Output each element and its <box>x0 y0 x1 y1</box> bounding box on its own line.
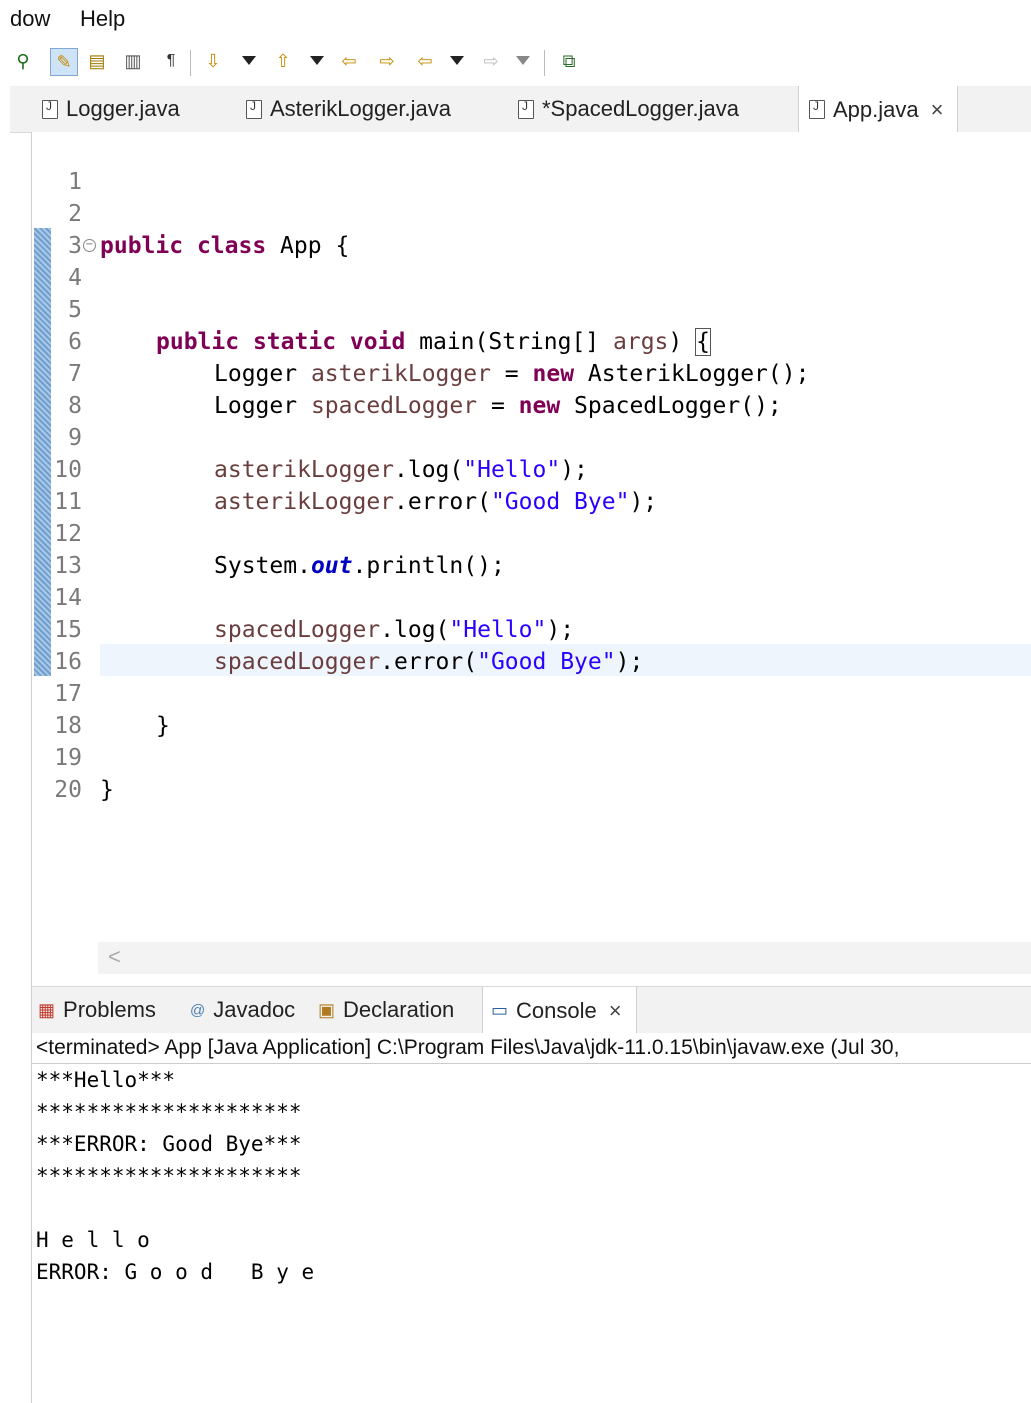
tab-label: App.java <box>833 96 919 122</box>
java-file-icon <box>518 99 534 119</box>
new-window-icon[interactable]: ⧉ <box>556 48 582 74</box>
console-line: ***Hello*** <box>36 1068 176 1092</box>
chevron-down-icon[interactable] <box>310 56 324 65</box>
code-line: 12 System.out.println(); <box>32 486 1031 579</box>
last-edit-icon[interactable]: ⇦ <box>336 48 362 74</box>
line-number: 20 <box>54 777 82 803</box>
back-icon[interactable]: ⇦ <box>412 48 438 74</box>
console-line: ERROR: G o o d B y e <box>36 1260 315 1284</box>
prev-annotation-icon[interactable]: ⇧ <box>270 48 296 74</box>
forward-icon[interactable]: ⇨ <box>478 48 504 74</box>
declaration-icon: ▣ <box>318 999 336 1020</box>
code-line: 4 − public static void main(String[] arg… <box>32 230 1031 356</box>
code-line: 3 <box>32 198 1031 259</box>
forward-edit-icon[interactable]: ⇨ <box>374 48 400 74</box>
toolbar-separator <box>544 50 545 76</box>
code-line: 10 asterikLogger.error("Good Bye"); <box>32 422 1031 515</box>
tab-label: Javadoc <box>213 997 296 1022</box>
tab-javadoc[interactable]: @ Javadoc <box>190 987 295 1033</box>
tab-label: Problems <box>63 997 156 1022</box>
menu-window[interactable]: dow <box>10 6 50 32</box>
tab-app-java[interactable]: App.java × <box>798 86 959 133</box>
code-line: 11 <box>32 454 1031 515</box>
editor-tab-bar: Logger.java AsterikLogger.java *SpacedLo… <box>10 86 1031 133</box>
code-line: 8 <box>32 358 1031 419</box>
code-line: 14 spacedLogger.log("Hello"); <box>32 550 1031 643</box>
tab-logger-java[interactable]: Logger.java <box>42 86 180 132</box>
view-tab-bar: ▦ Problems @ Javadoc ▣ Declaration ▭ Con… <box>32 986 1031 1034</box>
tab-problems[interactable]: ▦ Problems <box>38 987 156 1033</box>
java-file-icon <box>246 99 262 119</box>
tab-spacedlogger-java[interactable]: *SpacedLogger.java <box>518 86 739 132</box>
console-status: <terminated> App [Java Application] C:\P… <box>32 1033 1031 1064</box>
code-line: 13 <box>32 518 1031 579</box>
tab-label: Logger.java <box>66 96 180 121</box>
java-file-icon <box>42 99 58 119</box>
console-icon: ▭ <box>491 1000 509 1020</box>
tab-label: *SpacedLogger.java <box>542 96 739 121</box>
code-line: 20 <box>32 742 1031 803</box>
menu-bar: dow Help <box>0 0 1031 38</box>
show-whitespace-icon[interactable]: ▥ <box>120 48 146 74</box>
toolbar: ⚲ ✎ ▤ ▥ ¶ ⇩ ⇧ ⇦ ⇨ ⇦ ⇨ ⧉ <box>0 38 1031 86</box>
code-line: 15 spacedLogger.error("Good Bye"); <box>32 582 1031 675</box>
code-line: 19 } <box>32 710 1031 803</box>
code-line: 1 <box>32 134 1031 195</box>
horizontal-scrollbar[interactable]: < <box>98 942 1031 974</box>
code-line: 2 public class App { <box>32 166 1031 259</box>
next-annotation-icon[interactable]: ⇩ <box>200 48 226 74</box>
tab-label: Declaration <box>343 997 455 1022</box>
console-line: ********************* <box>36 1100 302 1124</box>
tab-declaration[interactable]: ▣ Declaration <box>318 987 454 1033</box>
scroll-left-icon[interactable]: < <box>108 944 121 970</box>
chevron-down-icon[interactable] <box>450 56 464 65</box>
tab-asteriklogger-java[interactable]: AsterikLogger.java <box>246 86 451 132</box>
java-file-icon <box>809 99 825 119</box>
problems-icon: ▦ <box>38 999 56 1020</box>
fold-collapse-icon[interactable]: − <box>83 239 96 252</box>
code-line: 9 asterikLogger.log("Hello"); <box>32 390 1031 483</box>
chevron-down-icon[interactable] <box>242 56 256 65</box>
code-line: 6 Logger asterikLogger = new AsterikLogg… <box>32 294 1031 387</box>
javadoc-icon: @ <box>190 1001 206 1019</box>
menu-help[interactable]: Help <box>80 6 125 32</box>
console-output[interactable]: ***Hello*** ********************* ***ERR… <box>32 1064 1031 1403</box>
code-line: 16 <box>32 614 1031 675</box>
console-line: H e l l o <box>36 1228 150 1252</box>
tab-label: AsterikLogger.java <box>270 96 451 121</box>
code-line: 17 } <box>32 646 1031 739</box>
code-line: 7 Logger spacedLogger = new SpacedLogger… <box>32 326 1031 419</box>
code-text: } <box>100 777 114 803</box>
tab-console[interactable]: ▭ Console × <box>482 987 637 1034</box>
close-icon[interactable]: × <box>609 998 622 1024</box>
toggle-block-icon[interactable]: ▤ <box>84 48 110 74</box>
code-line: 5 <box>32 262 1031 323</box>
toolbar-separator <box>190 50 191 76</box>
pilcrow-icon[interactable]: ¶ <box>158 48 184 74</box>
code-line: 18 <box>32 678 1031 739</box>
chevron-down-icon[interactable] <box>516 56 530 65</box>
console-line: ***ERROR: Good Bye*** <box>36 1132 302 1156</box>
tab-label: Console <box>516 997 597 1023</box>
highlight-icon[interactable]: ✎ <box>50 48 78 76</box>
code-editor[interactable]: 1 2 public class App { 3 4 − public stat… <box>32 132 1031 974</box>
pin-icon[interactable]: ⚲ <box>10 48 36 74</box>
console-line: ********************* <box>36 1164 302 1188</box>
close-icon[interactable]: × <box>931 97 944 123</box>
